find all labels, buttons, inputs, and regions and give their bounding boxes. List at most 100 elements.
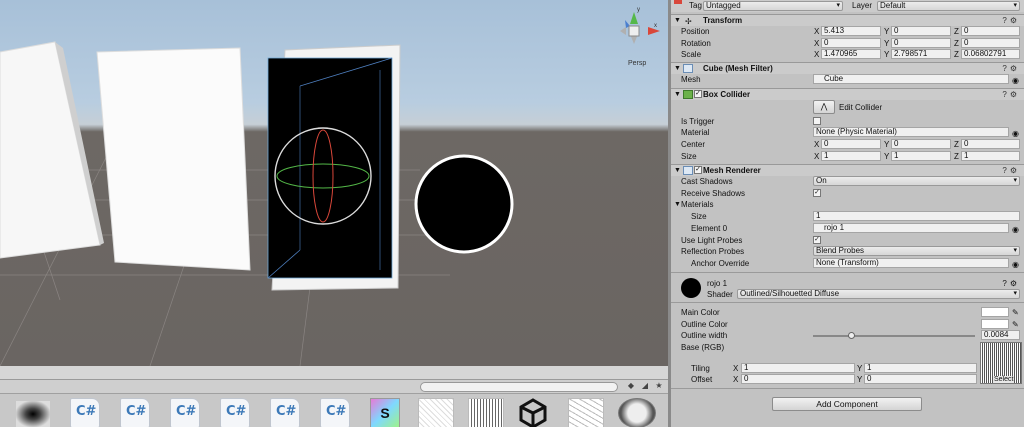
- position-x-field[interactable]: 5.413: [821, 26, 881, 36]
- scale-z-field[interactable]: 0.06802791: [961, 49, 1020, 59]
- collapse-arrow-icon[interactable]: ▼: [674, 15, 681, 26]
- reflection-probes-dropdown[interactable]: Blend Probes: [813, 246, 1020, 256]
- component-tools-icon[interactable]: ?⚙: [1002, 278, 1020, 289]
- inspector-panel: Tag Untagged Layer Default ▼ ✢ Transform…: [671, 0, 1024, 427]
- center-x-field[interactable]: 0: [821, 139, 881, 149]
- box-collider-title: Box Collider: [703, 90, 751, 99]
- axis-x-label: X: [733, 364, 739, 373]
- asset-gradient-texture[interactable]: [16, 401, 50, 427]
- position-y-field[interactable]: 0: [891, 26, 951, 36]
- light-probes-label: Use Light Probes: [681, 236, 743, 245]
- tiling-y-field[interactable]: 1: [864, 363, 977, 373]
- orientation-gizmo[interactable]: y x: [620, 7, 660, 44]
- layer-dropdown[interactable]: Default: [877, 1, 1020, 11]
- collapse-arrow-icon[interactable]: ▼: [674, 89, 681, 100]
- cast-shadows-dropdown[interactable]: On: [813, 176, 1020, 186]
- anchor-override-field[interactable]: None (Transform): [813, 258, 1009, 268]
- center-y-field[interactable]: 0: [891, 139, 951, 149]
- asset-grid: C# C# C# C# C# C# S: [0, 396, 668, 427]
- asset-sphere-material[interactable]: [618, 398, 656, 427]
- asset-cs-script[interactable]: C#: [170, 398, 200, 427]
- mesh-renderer-title: Mesh Renderer: [703, 166, 761, 175]
- svg-text:x: x: [654, 23, 657, 29]
- collapse-arrow-icon[interactable]: ▼: [674, 63, 681, 74]
- axis-y-label: Y: [884, 152, 890, 161]
- scene-canvas[interactable]: y x: [0, 0, 668, 366]
- asset-cs-script[interactable]: C#: [220, 398, 250, 427]
- light-probes-checkbox[interactable]: ✓: [813, 236, 821, 244]
- mesh-field[interactable]: Cube: [813, 74, 1009, 84]
- asset-cs-script[interactable]: C#: [320, 398, 350, 427]
- component-tools-icon[interactable]: ?⚙: [1002, 63, 1020, 74]
- receive-shadows-checkbox[interactable]: ✓: [813, 189, 821, 197]
- asset-noise-texture[interactable]: [418, 398, 454, 427]
- object-picker-icon[interactable]: ◉: [1012, 259, 1019, 270]
- size-z-field[interactable]: 1: [961, 151, 1020, 161]
- asset-noise-texture[interactable]: [468, 398, 504, 427]
- object-picker-icon[interactable]: ◉: [1012, 128, 1019, 139]
- component-tools-icon[interactable]: ?⚙: [1002, 89, 1020, 100]
- box-collider-header[interactable]: ▼ ✓ Box Collider ?⚙: [671, 88, 1024, 100]
- size-y-field[interactable]: 1: [891, 151, 951, 161]
- selected-cube[interactable]: [267, 57, 393, 279]
- center-z-field[interactable]: 0: [961, 139, 1020, 149]
- axis-x-label: X: [733, 375, 739, 384]
- tiling-x-field[interactable]: 1: [741, 363, 855, 373]
- offset-y-field[interactable]: 0: [864, 374, 977, 384]
- asset-noise-texture[interactable]: [568, 398, 604, 427]
- materials-size-field[interactable]: 1: [813, 211, 1020, 221]
- label-icon[interactable]: ◢: [640, 381, 650, 391]
- mesh-renderer-enabled-checkbox[interactable]: ✓: [694, 166, 702, 174]
- collider-material-field[interactable]: None (Physic Material): [813, 127, 1009, 137]
- rotation-row: Rotation X 0 Y 0 Z 0: [671, 38, 1024, 49]
- star-icon[interactable]: ★: [654, 381, 664, 391]
- object-picker-icon[interactable]: ◉: [1012, 75, 1019, 86]
- shader-dropdown[interactable]: Outlined/Silhouetted Diffuse: [737, 289, 1020, 299]
- collider-material-row: Material None (Physic Material) ◉: [671, 127, 1024, 138]
- scale-y-field[interactable]: 2.798571: [891, 49, 951, 59]
- offset-x-field[interactable]: 0: [741, 374, 855, 384]
- project-search-input[interactable]: [420, 382, 618, 392]
- outline-color-swatch[interactable]: [981, 319, 1009, 329]
- add-component-button[interactable]: Add Component: [772, 397, 922, 411]
- outline-width-slider-thumb[interactable]: [848, 332, 856, 339]
- mesh-filter-header[interactable]: ▼ Cube (Mesh Filter) ?⚙: [671, 62, 1024, 74]
- project-scrollbar-row[interactable]: [0, 366, 668, 380]
- asset-unity-scene[interactable]: [518, 398, 548, 427]
- eyedropper-icon[interactable]: ✎: [1012, 307, 1019, 318]
- mesh-renderer-header[interactable]: ▼ ✓ Mesh Renderer ?⚙: [671, 164, 1024, 176]
- is-trigger-checkbox[interactable]: [813, 117, 821, 125]
- object-picker-icon[interactable]: ◉: [1012, 224, 1019, 235]
- tag-dropdown[interactable]: Untagged: [703, 1, 843, 11]
- perspective-label[interactable]: Persp: [628, 60, 646, 67]
- element0-field[interactable]: rojo 1: [813, 223, 1009, 233]
- filter-icon[interactable]: ◆: [626, 381, 636, 391]
- sphere-object[interactable]: [414, 154, 514, 254]
- collapse-arrow-icon[interactable]: ▼: [674, 165, 681, 176]
- rotation-y-field[interactable]: 0: [891, 38, 951, 48]
- component-tools-icon[interactable]: ?⚙: [1002, 15, 1020, 26]
- main-color-swatch[interactable]: [981, 307, 1009, 317]
- eyedropper-icon[interactable]: ✎: [1012, 319, 1019, 330]
- asset-cs-script[interactable]: C#: [120, 398, 150, 427]
- axis-y-label: Y: [857, 375, 863, 384]
- box-collider-enabled-checkbox[interactable]: ✓: [694, 90, 702, 98]
- materials-row[interactable]: ▼ Materials: [671, 199, 1024, 210]
- transform-header[interactable]: ▼ ✢ Transform ?⚙: [671, 14, 1024, 26]
- rotation-x-field[interactable]: 0: [821, 38, 881, 48]
- size-x-field[interactable]: 1: [821, 151, 881, 161]
- scene-view[interactable]: y x Persp: [0, 0, 668, 366]
- asset-shader[interactable]: S: [370, 398, 400, 427]
- axis-z-label: Z: [954, 27, 959, 36]
- component-tools-icon[interactable]: ?⚙: [1002, 165, 1020, 176]
- asset-cs-script[interactable]: C#: [70, 398, 100, 427]
- asset-cs-script[interactable]: C#: [270, 398, 300, 427]
- scale-x-field[interactable]: 1.470965: [821, 49, 881, 59]
- position-z-field[interactable]: 0: [961, 26, 1020, 36]
- rotation-z-field[interactable]: 0: [961, 38, 1020, 48]
- collapse-arrow-icon[interactable]: ▼: [674, 199, 681, 210]
- axis-y-label: Y: [884, 27, 890, 36]
- outline-width-slider[interactable]: [813, 332, 975, 339]
- outline-width-field[interactable]: 0.0084: [981, 330, 1020, 340]
- base-rgb-label: Base (RGB): [681, 343, 725, 352]
